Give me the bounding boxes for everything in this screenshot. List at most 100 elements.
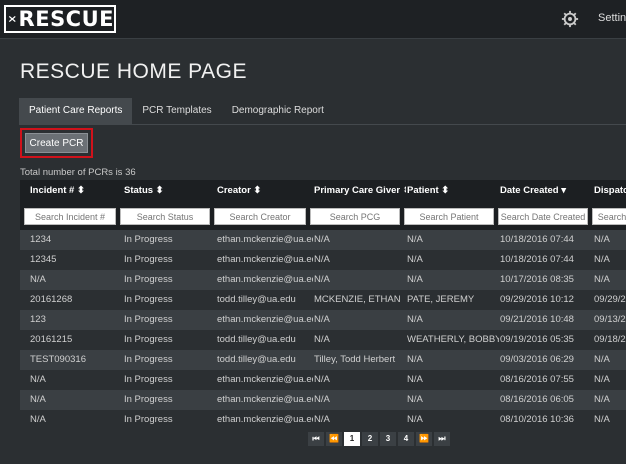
cell-status: In Progress	[124, 354, 173, 365]
first-page-icon[interactable]: ⏮	[308, 432, 324, 446]
app-window: RESCUE Settings RESCUE HOME PAGE Patient…	[0, 0, 626, 464]
cell-dispatch: N/A	[594, 394, 610, 405]
search-status-input[interactable]	[120, 208, 210, 225]
cell-patient: N/A	[407, 254, 423, 265]
cell-incident: 12345	[30, 254, 57, 265]
col-patient-header[interactable]: Patient ⬍	[407, 180, 497, 202]
gear-icon[interactable]	[561, 10, 579, 28]
cell-creator: ethan.mckenzie@ua.edu	[217, 374, 313, 385]
cell-pcg: N/A	[314, 234, 330, 245]
col-dispatch-header[interactable]: Dispatch	[594, 180, 626, 202]
cell-incident: N/A	[30, 394, 46, 405]
table-row[interactable]: N/A In Progress ethan.mckenzie@ua.edu N/A N/…	[20, 270, 626, 290]
tab-pcr-templates[interactable]: PCR Templates	[132, 98, 221, 124]
col-date-created-header[interactable]: Date Created ▾	[500, 180, 590, 202]
cell-date-created: 09/21/2016 10:48	[500, 314, 574, 325]
cell-incident: TEST090316	[30, 354, 86, 365]
cell-incident: 20161268	[30, 294, 73, 305]
cell-patient: N/A	[407, 414, 423, 425]
col-status-header[interactable]: Status ⬍	[124, 180, 214, 202]
top-bar: RESCUE Settings	[0, 0, 626, 39]
cell-creator: ethan.mckenzie@ua.edu	[217, 234, 313, 245]
table-row[interactable]: 20161215 In Progress todd.tilley@ua.edu N/A…	[20, 330, 626, 350]
cell-creator: todd.tilley@ua.edu	[217, 354, 296, 365]
cell-patient: N/A	[407, 354, 423, 365]
cell-creator: ethan.mckenzie@ua.edu	[217, 314, 313, 325]
cell-dispatch: 09/13/20	[594, 314, 626, 325]
page-1[interactable]: 1	[344, 432, 360, 446]
logo[interactable]: RESCUE	[4, 5, 116, 33]
cell-date-created: 10/18/2016 07:44	[500, 234, 574, 245]
cell-dispatch: N/A	[594, 234, 610, 245]
cell-pcg: MCKENZIE, ETHAN	[314, 294, 401, 305]
page-title: RESCUE HOME PAGE	[20, 60, 247, 83]
tab-bar: Patient Care Reports PCR Templates Demog…	[19, 98, 334, 124]
table-row[interactable]: 123 In Progress ethan.mckenzie@ua.edu N/A N/…	[20, 310, 626, 330]
cell-creator: todd.tilley@ua.edu	[217, 334, 296, 345]
tab-patient-care-reports[interactable]: Patient Care Reports	[19, 98, 133, 124]
create-pcr-button[interactable]: Create PCR	[25, 133, 88, 153]
total-count: Total number of PCRs is 36	[20, 167, 136, 178]
cell-dispatch: N/A	[594, 374, 610, 385]
search-dispatch-input[interactable]	[592, 208, 626, 225]
table-row[interactable]: N/A In Progress ethan.mckenzie@ua.edu N/A N/…	[20, 370, 626, 390]
col-pcg-header[interactable]: Primary Care Giver ⬍	[314, 180, 406, 202]
cell-incident: N/A	[30, 374, 46, 385]
cell-dispatch: N/A	[594, 354, 610, 365]
search-incident-input[interactable]	[24, 208, 116, 225]
cell-creator: ethan.mckenzie@ua.edu	[217, 274, 313, 285]
cell-dispatch: N/A	[594, 414, 610, 425]
cell-pcg: N/A	[314, 374, 330, 385]
col-incident-header[interactable]: Incident # ⬍	[30, 180, 120, 202]
cell-pcg: N/A	[314, 334, 330, 345]
prev-page-icon[interactable]: ⏪	[326, 432, 342, 446]
table-row[interactable]: 1234 In Progress ethan.mckenzie@ua.edu N/A N…	[20, 230, 626, 250]
cell-incident: N/A	[30, 274, 46, 285]
page-2[interactable]: 2	[362, 432, 378, 446]
logo-text: RESCUE	[18, 7, 114, 31]
cell-patient: N/A	[407, 394, 423, 405]
table-row[interactable]: 12345 In Progress ethan.mckenzie@ua.edu N/A…	[20, 250, 626, 270]
table-row[interactable]: TEST090316 In Progress todd.tilley@ua.edu T…	[20, 350, 626, 370]
col-creator-header[interactable]: Creator ⬍	[217, 180, 309, 202]
filter-row	[20, 202, 626, 230]
cell-pcg: N/A	[314, 274, 330, 285]
cell-status: In Progress	[124, 274, 173, 285]
cell-incident: 1234	[30, 234, 52, 245]
page-4[interactable]: 4	[398, 432, 414, 446]
tab-divider	[19, 124, 626, 125]
pagination: ⏮ ⏪ 1 2 3 4 ⏩ ⏭	[308, 432, 452, 446]
cell-date-created: 08/10/2016 10:36	[500, 414, 574, 425]
search-patient-input[interactable]	[404, 208, 494, 225]
cell-status: In Progress	[124, 374, 173, 385]
cell-status: In Progress	[124, 234, 173, 245]
search-creator-input[interactable]	[214, 208, 306, 225]
cell-status: In Progress	[124, 334, 173, 345]
cell-status: In Progress	[124, 294, 173, 305]
cell-creator: ethan.mckenzie@ua.edu	[217, 394, 313, 405]
page-3[interactable]: 3	[380, 432, 396, 446]
cell-patient: PATE, JEREMY	[407, 294, 475, 305]
cell-date-created: 10/18/2016 07:44	[500, 254, 574, 265]
last-page-icon[interactable]: ⏭	[434, 432, 450, 446]
next-page-icon[interactable]: ⏩	[416, 432, 432, 446]
table-row[interactable]: 20161268 In Progress todd.tilley@ua.edu MCK…	[20, 290, 626, 310]
cell-status: In Progress	[124, 254, 173, 265]
cell-patient: N/A	[407, 234, 423, 245]
cell-pcg: N/A	[314, 254, 330, 265]
table-row[interactable]: N/A In Progress ethan.mckenzie@ua.edu N/A N/…	[20, 390, 626, 410]
tab-demographic-report[interactable]: Demographic Report	[222, 98, 334, 124]
create-pcr-highlight: Create PCR	[20, 128, 93, 158]
cell-incident: 123	[30, 314, 46, 325]
search-pcg-input[interactable]	[310, 208, 400, 225]
cell-patient: WEATHERLY, BOBBY E	[407, 334, 499, 345]
cell-date-created: 09/03/2016 06:29	[500, 354, 574, 365]
settings-link[interactable]: Settings	[598, 12, 626, 24]
cell-incident: N/A	[30, 414, 46, 425]
cell-incident: 20161215	[30, 334, 73, 345]
table-header: Incident # ⬍ Status ⬍ Creator ⬍ Primary …	[20, 180, 626, 202]
search-date-created-input[interactable]	[498, 208, 588, 225]
rescue-logo-icon	[8, 15, 16, 23]
cell-date-created: 09/19/2016 05:35	[500, 334, 574, 345]
table-row[interactable]: N/A In Progress ethan.mckenzie@ua.edu N/A N/…	[20, 410, 626, 430]
